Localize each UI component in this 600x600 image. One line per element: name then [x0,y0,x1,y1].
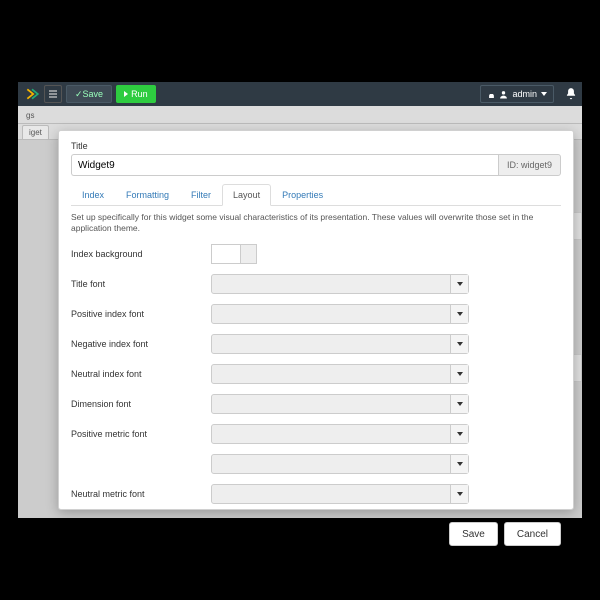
color-swatch[interactable] [211,244,241,264]
form-row: Positive metric font [71,424,561,444]
font-select[interactable] [211,334,469,354]
color-dropdown[interactable] [241,244,257,264]
settings-modal: Title ID: widget9 IndexFormattingFilterL… [58,130,574,510]
top-bar: ✓ Save Run admin [18,82,582,106]
form-row: Dimension font [71,394,561,414]
chevron-down-icon[interactable] [450,455,468,473]
subhead-text: gs [22,108,38,123]
save-button-top[interactable]: ✓ Save [66,85,112,103]
tab-properties[interactable]: Properties [271,184,334,206]
font-select[interactable] [211,454,469,474]
font-select[interactable] [211,274,469,294]
tab-filter[interactable]: Filter [180,184,222,206]
tab-layout[interactable]: Layout [222,184,271,206]
subhead-tab[interactable]: iget [22,125,49,139]
tab-index[interactable]: Index [71,184,115,206]
form-rows: Index background Title font Positive index… [71,244,561,514]
form-row: Neutral metric font [71,484,561,504]
run-button[interactable]: Run [116,85,156,103]
tab-formatting[interactable]: Formatting [115,184,180,206]
chevron-down-icon[interactable] [450,365,468,383]
user-label: admin [512,89,537,99]
modal-tabs: IndexFormattingFilterLayoutProperties [71,184,561,206]
caret-down-icon [541,92,547,96]
field-label: Title font [71,279,211,289]
bell-icon[interactable] [564,87,578,101]
title-input[interactable] [71,154,498,176]
font-select[interactable] [211,304,469,324]
menu-icon[interactable] [44,85,62,103]
app-logo-icon [22,84,42,104]
form-row: Negative index font [71,334,561,354]
field-label: Positive index font [71,309,211,319]
chevron-down-icon[interactable] [450,425,468,443]
title-row: ID: widget9 [71,154,561,176]
user-menu[interactable]: admin [480,85,554,103]
chevron-down-icon[interactable] [450,395,468,413]
sub-header: gs [18,106,582,124]
user-icon [499,90,508,99]
run-button-label: Run [131,89,148,99]
save-button-label: Save [83,89,104,99]
field-label: Index background [71,249,211,259]
field-label: Neutral metric font [71,489,211,499]
title-field-label: Title [71,141,561,151]
form-row: Positive index font [71,304,561,324]
id-display: ID: widget9 [498,154,561,176]
form-row: Neutral index font [71,364,561,384]
chevron-down-icon[interactable] [450,305,468,323]
form-row: Title font [71,274,561,294]
chevron-down-icon[interactable] [450,485,468,503]
font-select[interactable] [211,364,469,384]
field-label: Neutral index font [71,369,211,379]
field-label: Negative index font [71,339,211,349]
layout-description: Set up specifically for this widget some… [71,212,561,234]
chevron-down-icon[interactable] [450,335,468,353]
form-row: Index background [71,244,561,264]
modal-footer: Save Cancel [71,514,561,546]
font-select[interactable] [211,484,469,504]
font-select[interactable] [211,424,469,444]
modal-save-button[interactable]: Save [449,522,498,546]
modal-cancel-button[interactable]: Cancel [504,522,561,546]
app-window: ✓ Save Run admin gs iget Title ID: widge… [18,82,582,518]
chevron-down-icon[interactable] [450,275,468,293]
font-select[interactable] [211,394,469,414]
color-picker[interactable] [211,244,257,264]
field-label: Dimension font [71,399,211,409]
field-label: Positive metric font [71,429,211,439]
form-row [71,454,561,474]
